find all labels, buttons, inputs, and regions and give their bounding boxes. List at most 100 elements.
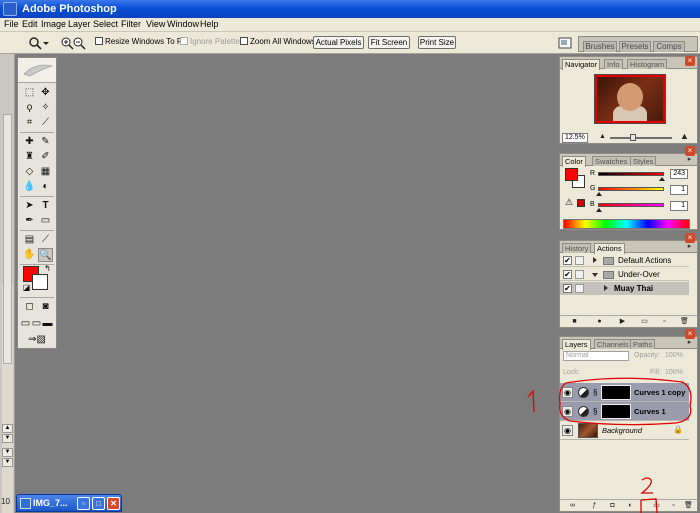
action-set-row[interactable]: ✔ Default Actions — [560, 254, 689, 267]
resize-windows-checkbox[interactable] — [95, 37, 103, 45]
tab-layers[interactable]: Layers — [562, 339, 591, 350]
pen-tool-icon[interactable]: ✒ — [22, 214, 37, 228]
navigator-close-icon[interactable]: × — [685, 56, 695, 66]
link-icon[interactable]: § — [593, 388, 597, 397]
scroll-up-arrow[interactable]: ▲ — [2, 424, 13, 433]
tab-info[interactable]: Info — [604, 59, 623, 69]
r-value-field[interactable]: 243 — [670, 169, 688, 179]
layer-row[interactable]: ◉ § Curves 1 copy — [560, 383, 689, 402]
layers-close-icon[interactable]: × — [685, 329, 695, 339]
type-tool-icon[interactable]: T — [38, 199, 53, 213]
scroll-down-arrow-2[interactable]: ▼ — [2, 448, 13, 457]
zoom-in-mountain-icon[interactable]: ▲ — [680, 132, 689, 141]
well-tab-presets[interactable]: Presets — [619, 41, 651, 52]
b-slider[interactable] — [598, 203, 664, 207]
background-color-swatch[interactable] — [32, 274, 48, 290]
zoom-out-mountain-icon[interactable]: ▲ — [598, 133, 607, 141]
gradient-tool-icon[interactable]: ▦ — [38, 165, 53, 179]
color-foreground-swatch[interactable] — [565, 168, 578, 181]
maximize-button[interactable]: □ — [92, 497, 105, 510]
delete-action-icon[interactable]: 🗑 — [680, 318, 689, 326]
menu-select[interactable]: Select — [93, 19, 118, 29]
b-value-field[interactable]: 1 — [670, 201, 688, 211]
opacity-value[interactable]: 100% — [665, 352, 683, 359]
print-size-button[interactable]: Print Size — [418, 36, 456, 49]
tab-styles[interactable]: Styles — [630, 156, 657, 166]
eye-icon[interactable]: ◉ — [562, 406, 573, 417]
path-selection-tool-icon[interactable]: ➤ — [22, 199, 37, 213]
zoom-slider-knob[interactable] — [630, 134, 636, 141]
eye-icon[interactable]: ◉ — [562, 387, 573, 398]
color-panel-menu-icon[interactable]: ▸ — [685, 156, 694, 164]
menu-view[interactable]: View — [146, 19, 165, 29]
b-slider-handle[interactable] — [596, 208, 602, 212]
new-layer-icon[interactable]: ▫ — [669, 502, 678, 510]
notes-tool-icon[interactable]: ▤ — [22, 233, 37, 247]
navigator-thumbnail[interactable] — [594, 74, 666, 124]
resize-windows-option[interactable]: Resize Windows To Fit — [95, 37, 186, 46]
full-screen-menu-mode-icon[interactable]: ▭ — [31, 317, 42, 331]
g-value-field[interactable]: 1 — [670, 185, 688, 195]
layer-mask-thumbnail[interactable] — [601, 385, 631, 400]
lasso-tool-icon[interactable]: ϙ — [22, 101, 37, 115]
menu-edit[interactable]: Edit — [22, 19, 38, 29]
new-group-folder-icon[interactable]: ▭ — [652, 502, 661, 510]
zoom-all-windows-checkbox[interactable] — [240, 37, 248, 45]
layer-row[interactable]: ◉ § Curves 1 — [560, 402, 689, 421]
zoom-out-icon[interactable] — [72, 36, 86, 50]
eraser-tool-icon[interactable]: ◇ — [22, 165, 37, 179]
new-action-icon[interactable]: ▫ — [660, 318, 669, 326]
shape-tool-icon[interactable]: ▭ — [38, 214, 53, 228]
file-browser-icon[interactable] — [557, 36, 573, 50]
action-row[interactable]: ✔ Muay Thai — [560, 282, 689, 295]
gamut-warning-icon[interactable]: ⚠ — [565, 197, 573, 208]
gamut-color-swatch[interactable] — [577, 199, 585, 207]
menu-filter[interactable]: Filter — [121, 19, 141, 29]
marquee-tool-icon[interactable]: ⬚ — [22, 86, 37, 100]
r-slider-handle[interactable] — [659, 177, 665, 181]
dialog-toggle-box[interactable] — [575, 270, 584, 279]
eyedropper-tool-icon[interactable]: ⟋ — [38, 233, 53, 247]
actual-pixels-button[interactable]: Actual Pixels — [313, 36, 364, 49]
crop-tool-icon[interactable]: ⌗ — [22, 116, 37, 130]
brush-tool-icon[interactable]: ✎ — [38, 135, 53, 149]
scroll-down-arrow[interactable]: ▼ — [2, 434, 13, 443]
move-tool-icon[interactable]: ✥ — [38, 86, 53, 100]
dialog-toggle-box[interactable] — [575, 284, 584, 293]
well-tab-comps[interactable]: Comps — [653, 41, 685, 52]
zoom-all-windows-option[interactable]: Zoom All Windows — [240, 37, 316, 46]
fill-value[interactable]: 100% — [665, 369, 683, 376]
action-toggle-checkbox[interactable]: ✔ — [563, 284, 572, 293]
actions-panel-menu-icon[interactable]: ▸ — [685, 243, 694, 251]
link-layers-icon[interactable]: ∞ — [568, 502, 577, 510]
layers-panel-menu-icon[interactable]: ▸ — [685, 339, 694, 347]
standard-screen-mode-icon[interactable]: ▭ — [20, 317, 31, 331]
jump-to-imageready-icon[interactable]: ⇒▧ — [22, 333, 52, 347]
stop-icon[interactable]: ■ — [570, 318, 579, 326]
tab-history[interactable]: History — [562, 243, 592, 253]
color-ramp[interactable] — [563, 219, 690, 229]
view-box[interactable] — [595, 75, 665, 123]
menu-help[interactable]: Help — [200, 19, 219, 29]
healing-brush-tool-icon[interactable]: ✚ — [22, 135, 37, 149]
zoom-tool-icon[interactable] — [28, 36, 42, 50]
toolbox-header[interactable] — [18, 58, 56, 83]
menu-window[interactable]: Window — [167, 19, 199, 29]
menu-file[interactable]: File — [4, 19, 19, 29]
tab-swatches[interactable]: Swatches — [592, 156, 631, 166]
full-screen-mode-icon[interactable]: ▬ — [42, 317, 53, 331]
action-set-row[interactable]: ✔ Under-Over — [560, 268, 689, 281]
play-icon[interactable]: ▶ — [618, 318, 627, 326]
fit-screen-button[interactable]: Fit Screen — [368, 36, 410, 49]
expand-arrow-icon[interactable] — [593, 257, 597, 263]
scroll-end-arrow[interactable]: ▼ — [2, 458, 13, 467]
g-slider[interactable] — [598, 187, 664, 191]
action-toggle-checkbox[interactable]: ✔ — [563, 270, 572, 279]
dodge-tool-icon[interactable]: ◐ — [38, 180, 53, 194]
layer-mask-thumbnail[interactable] — [601, 404, 631, 419]
eye-icon[interactable]: ◉ — [562, 425, 573, 436]
well-tab-brushes[interactable]: Brushes — [583, 41, 617, 52]
adjustment-layer-icon[interactable]: ◐ — [626, 502, 635, 510]
zoom-tool-box-icon[interactable]: 🔍 — [38, 248, 53, 262]
tab-paths[interactable]: Paths — [630, 339, 656, 349]
